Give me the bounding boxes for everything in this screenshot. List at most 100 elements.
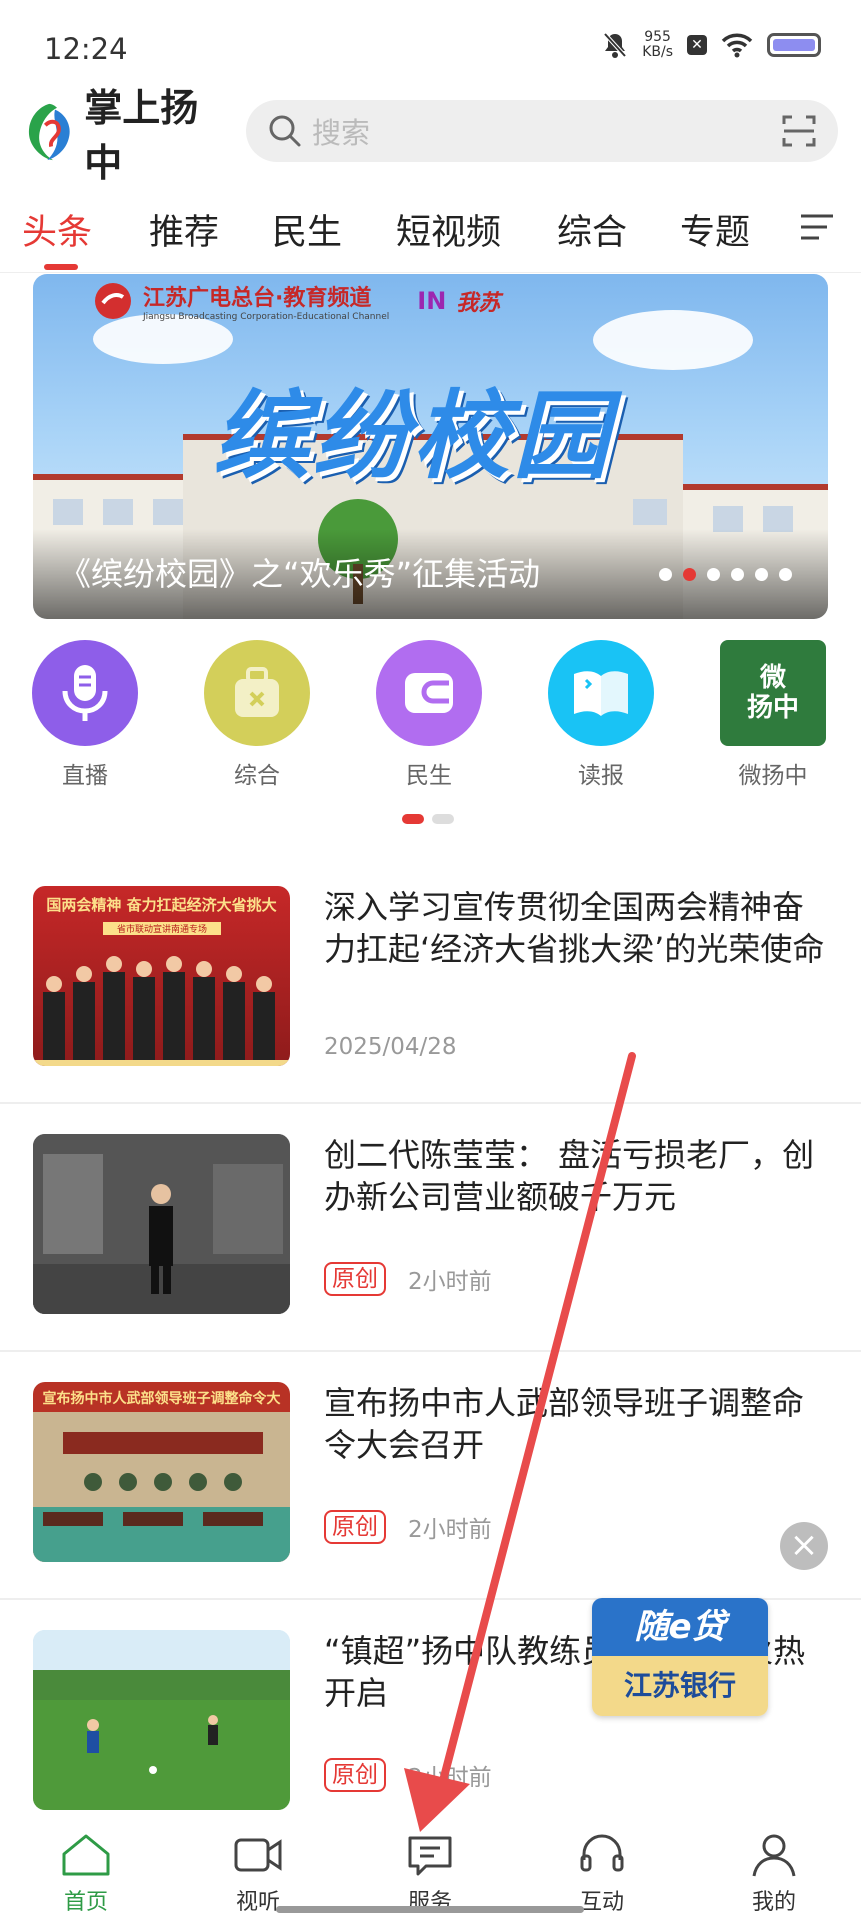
microphone-icon: [32, 640, 138, 746]
quick-link-label: 直播: [62, 763, 108, 789]
headset-icon: [580, 1834, 624, 1872]
wifi-icon: [721, 33, 753, 58]
quick-link-comprehensive[interactable]: 综合: [202, 640, 312, 790]
banner-window: [53, 499, 83, 525]
net-speed: 955 KB/s: [642, 29, 673, 60]
news-title: 深入学习宣传贯彻全国两会精神奋力扛起‘经济大省挑大梁’的光荣使命: [324, 888, 825, 968]
tab-special[interactable]: 专题: [680, 204, 750, 255]
thumb-text: 国两会精神 奋力扛起经济大省挑大: [46, 896, 277, 914]
tab-recommend[interactable]: 推荐: [149, 204, 219, 255]
weiyangzhong-logo: 微扬中: [720, 640, 826, 746]
original-tag: 原创: [324, 1758, 386, 1792]
quick-link-live[interactable]: 直播: [30, 640, 140, 790]
nav-video[interactable]: 视听: [208, 1832, 308, 1916]
quick-link-weiyangzhong[interactable]: 微扬中 微扬中: [718, 640, 828, 790]
news-meta: 原创 2小时前: [324, 1262, 492, 1296]
wallet-icon: [376, 640, 482, 746]
tab-comprehensive[interactable]: 综合: [557, 204, 627, 255]
news-item[interactable]: 创二代陈莹莹： 盘活亏损老厂，创办新公司营业额破千万元 原创 2小时前: [0, 1104, 861, 1352]
notification-x-icon: ✕: [687, 35, 707, 55]
banner-brand: 我苏: [456, 291, 501, 316]
ad-title: 随e贷: [592, 1598, 768, 1656]
banner-header-text: 江苏广电总台·教育频道: [143, 286, 372, 311]
news-thumbnail: [33, 1630, 290, 1810]
thumb-football: [33, 1630, 290, 1810]
news-title: 宣布扬中市人武部领导班子调整命令大会召开: [324, 1384, 805, 1464]
tab-livelihood[interactable]: 民生: [272, 204, 342, 255]
briefcase-icon: [204, 640, 310, 746]
banner-dot: [731, 568, 744, 581]
banner-caption: 《缤纷校园》之“欢乐秀”征集活动: [59, 555, 541, 593]
banner-window: [633, 499, 667, 525]
mute-bell-icon: [603, 32, 627, 58]
news-meta: 2025/04/28: [324, 1034, 457, 1060]
news-thumbnail: 宣布扬中市人武部领导班子调整命令大: [33, 1382, 290, 1562]
news-item[interactable]: 国两会精神 奋力扛起经济大省挑大 省市联动宣讲南通专场 深入学习宣传贯彻全国两会…: [0, 856, 861, 1104]
video-icon: [234, 1838, 282, 1872]
banner-dot-active: [683, 568, 696, 581]
channel-menu-icon[interactable]: [799, 212, 835, 242]
floating-ad[interactable]: 随e贷 江苏银行: [592, 1598, 768, 1716]
category-tabs: 头条 推荐 民生 短视频 综合 专题: [0, 192, 861, 274]
banner-pager: [659, 568, 792, 581]
scan-icon[interactable]: [782, 114, 816, 148]
nav-service[interactable]: 服务: [380, 1832, 480, 1916]
thumb-factory: [33, 1134, 290, 1314]
service-icon: [408, 1836, 452, 1876]
thumb-people: [33, 956, 290, 1066]
bottom-navigation: 首页 视听 服务 互动 我的: [0, 1820, 861, 1920]
nav-profile[interactable]: 我的: [724, 1832, 824, 1916]
user-icon: [752, 1834, 796, 1877]
search-placeholder: 搜索: [312, 116, 371, 150]
banner-dot: [779, 568, 792, 581]
thumb-text: 宣布扬中市人武部领导班子调整命令大: [42, 1391, 281, 1407]
banner-header-sub: Jiangsu Broadcasting Corporation-Educati…: [143, 312, 390, 322]
battery-icon: [767, 33, 821, 57]
active-tab-indicator: [44, 264, 78, 270]
search-icon: [269, 115, 301, 147]
quick-links-pager: [402, 814, 454, 824]
jsbc-logo: [95, 283, 131, 319]
original-tag: 原创: [324, 1262, 386, 1296]
nav-label: 首页: [63, 1890, 108, 1915]
banner-dot: [707, 568, 720, 581]
thumb-meeting: [33, 1412, 290, 1562]
home-indicator[interactable]: [276, 1906, 584, 1913]
quick-links: 直播 综合 民生 读报 微扬中 微扬中: [0, 640, 861, 790]
tabs-divider: [0, 272, 861, 273]
banner-carousel[interactable]: 江苏广电总台·教育频道 Jiangsu Broadcasting Corpora…: [33, 274, 828, 619]
news-meta: 原创 2小时前: [324, 1758, 492, 1792]
search-bar[interactable]: 搜索: [246, 100, 838, 162]
banner-cloud: [593, 310, 753, 370]
news-item[interactable]: 宣布扬中市人武部领导班子调整命令大 宣布扬中市人武部领导班子调整命令大会召开 原…: [0, 1352, 861, 1600]
status-icons: 955 KB/s ✕: [602, 30, 821, 60]
quick-link-livelihood[interactable]: 民生: [374, 640, 484, 790]
news-time: 2小时前: [408, 1517, 492, 1543]
banner-dot: [755, 568, 768, 581]
app-name: 掌上扬中: [84, 85, 199, 185]
news-date: 2025/04/28: [324, 1034, 457, 1060]
news-thumbnail: 国两会精神 奋力扛起经济大省挑大 省市联动宣讲南通专场: [33, 886, 290, 1066]
tab-headlines[interactable]: 头条: [22, 204, 92, 255]
nav-home[interactable]: 首页: [36, 1832, 136, 1916]
quick-link-label: 微扬中: [738, 763, 808, 789]
quick-link-label: 读报: [578, 763, 624, 789]
nav-interact[interactable]: 互动: [552, 1832, 652, 1916]
nav-label: 我的: [751, 1890, 796, 1915]
close-ad-button[interactable]: ×: [780, 1522, 828, 1570]
tab-short-video[interactable]: 短视频: [396, 204, 501, 255]
pager-dot: [432, 814, 454, 824]
home-icon: [62, 1834, 110, 1876]
pager-dot-active: [402, 814, 424, 824]
banner-dot: [659, 568, 672, 581]
quick-link-newspaper[interactable]: 读报: [546, 640, 656, 790]
news-thumbnail: [33, 1134, 290, 1314]
app-logo[interactable]: 掌上扬中: [22, 85, 232, 185]
banner-window: [153, 499, 183, 525]
jiangsu-logo: IN: [417, 287, 447, 315]
news-time: 2小时前: [408, 1765, 492, 1791]
book-icon: [548, 640, 654, 746]
banner-window: [103, 499, 133, 525]
status-time: 12:24: [44, 32, 128, 66]
quick-link-label: 综合: [234, 763, 280, 789]
